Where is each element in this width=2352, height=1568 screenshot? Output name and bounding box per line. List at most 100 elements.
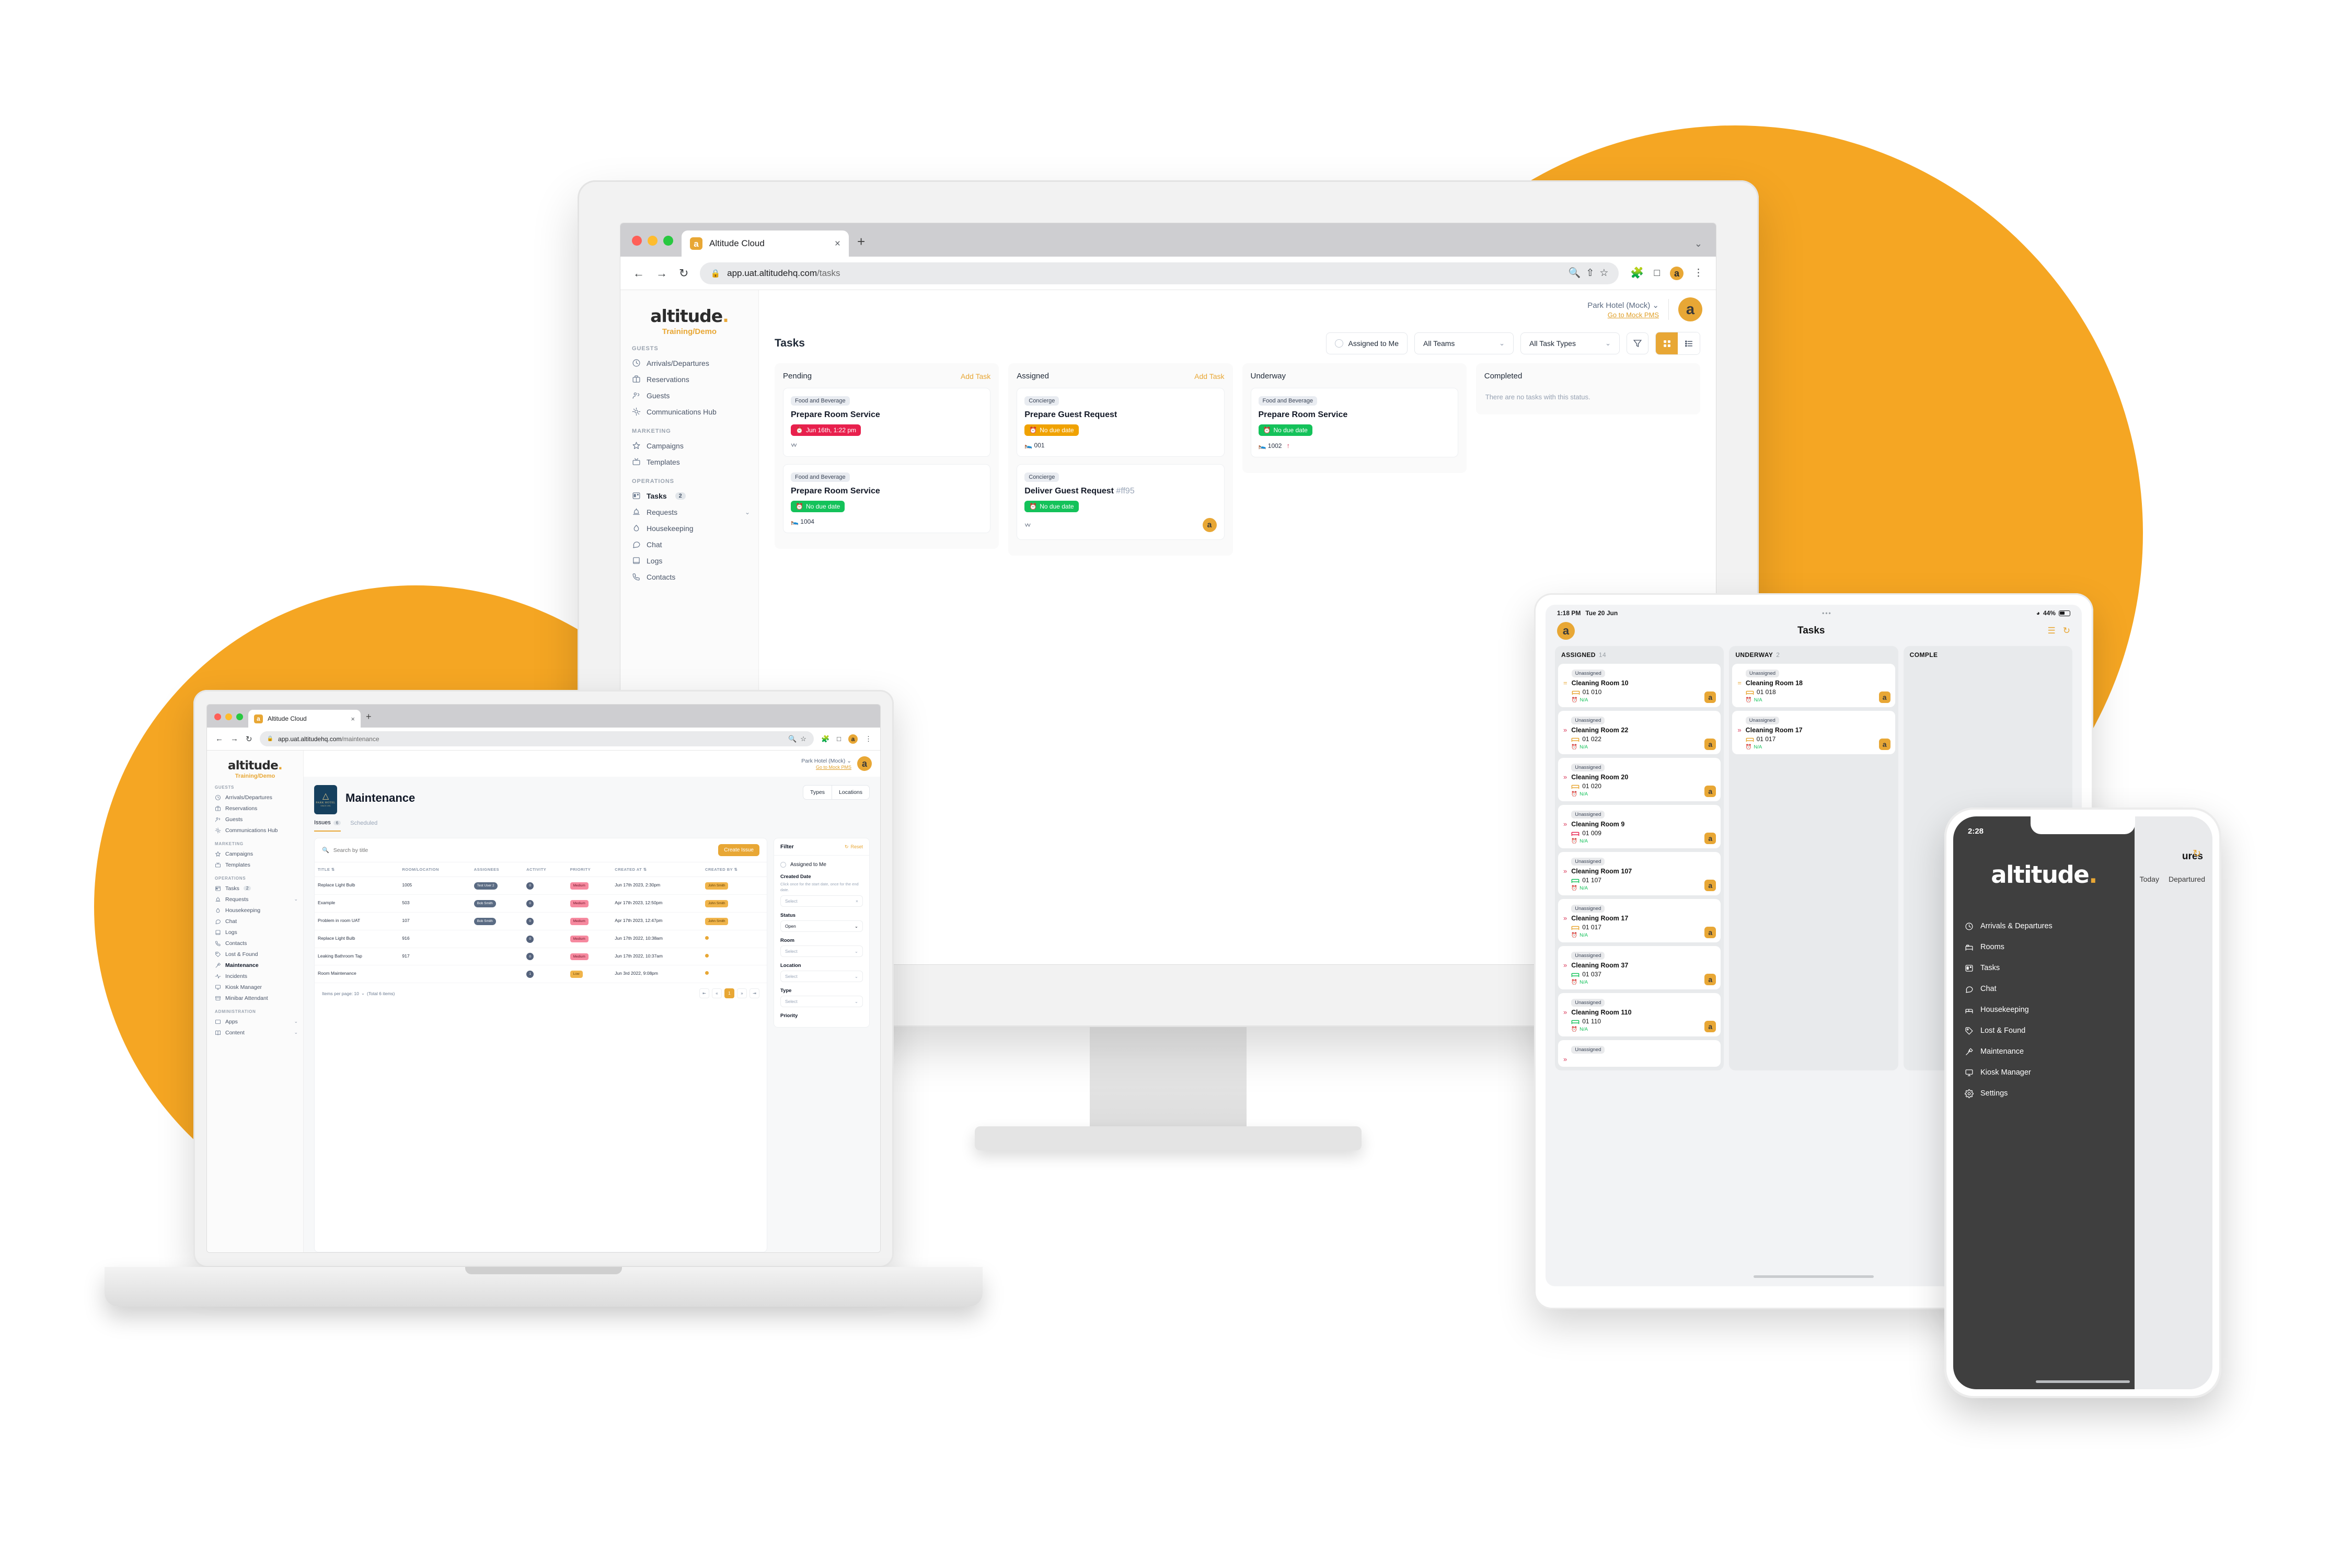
go-to-pms-link[interactable]: Go to Mock PMS: [1587, 311, 1659, 319]
close-window-button[interactable]: [214, 713, 221, 720]
chevron-down-icon[interactable]: ⌄: [745, 509, 750, 516]
maximize-window-button[interactable]: [663, 236, 673, 246]
forward-button[interactable]: →: [656, 267, 667, 279]
filter-status-select[interactable]: Open ⌄: [780, 920, 863, 932]
filter-icon[interactable]: ☰: [2048, 626, 2056, 636]
phone-menu-item-rooms[interactable]: Rooms: [1953, 937, 2135, 958]
avatar[interactable]: a: [1704, 833, 1716, 844]
puzzle-icon[interactable]: 🧩: [821, 735, 829, 743]
tablet-task-card[interactable]: » Unassigned Cleaning Room 17 01 017 ⏰ N/A a: [1732, 711, 1895, 754]
tablet-task-card[interactable]: » Unassigned Cleaning Room 17 01 017 ⏰ N/A a: [1558, 899, 1721, 942]
tablet-task-card[interactable]: » Unassigned Cleaning Room 37 01 037 ⏰ N/A a: [1558, 946, 1721, 989]
page-last-button[interactable]: ⇥: [750, 988, 759, 999]
chevron-down-icon[interactable]: ⌄: [294, 1030, 298, 1035]
reload-button[interactable]: ↻: [246, 734, 252, 744]
phone-menu-item-tasks[interactable]: Tasks: [1953, 958, 2135, 978]
chevron-down-icon[interactable]: ⌄: [294, 896, 298, 902]
task-card[interactable]: Concierge Prepare Guest Request ⏰ No due da…: [1017, 388, 1225, 457]
sidebar-item-communications-hub[interactable]: Communications Hub: [207, 825, 303, 836]
filter-reset-button[interactable]: ↻ Reset: [845, 844, 863, 850]
task-card[interactable]: Food and Beverage Prepare Room Service ⏰ Ju…: [783, 388, 991, 457]
phone-menu-item-arrivals-departures[interactable]: Arrivals & Departures: [1953, 916, 2135, 937]
filter-type-select[interactable]: Select ⌄: [780, 996, 863, 1007]
window-controls[interactable]: [632, 236, 673, 257]
search-input[interactable]: [333, 847, 714, 854]
close-icon[interactable]: ×: [856, 898, 858, 904]
square-icon[interactable]: □: [1654, 268, 1660, 278]
page-current-button[interactable]: 1: [724, 988, 734, 999]
funnel-icon[interactable]: [1627, 332, 1648, 354]
sidebar-item-requests[interactable]: Requests ⌄: [620, 504, 758, 520]
share-icon[interactable]: ⇧: [1586, 268, 1594, 278]
sidebar-item-requests[interactable]: Requests ⌄: [207, 894, 303, 905]
zoom-out-icon[interactable]: 🔍: [1569, 268, 1581, 278]
sidebar-item-reservations[interactable]: Reservations: [620, 371, 758, 387]
hotel-selector[interactable]: Park Hotel (Mock) ⌄ Go to Mock PMS: [1587, 301, 1659, 319]
refresh-icon[interactable]: ↻: [2193, 848, 2201, 860]
sidebar-item-campaigns[interactable]: Campaigns: [207, 848, 303, 859]
table-row[interactable]: Replace Light Bulb 916 0 Medium Jun 17th 202…: [315, 930, 767, 948]
sidebar-item-lost-found[interactable]: Lost & Found: [207, 949, 303, 960]
sidebar-item-contacts[interactable]: Contacts: [620, 569, 758, 585]
tablet-task-card[interactable]: » Unassigned Cleaning Room 20 01 020 ⏰ N/A a: [1558, 758, 1721, 801]
view-switcher[interactable]: [1655, 332, 1700, 355]
table-row[interactable]: Problem in room UAT 107 Bob Smith 0 Medium Ap…: [315, 912, 767, 930]
sidebar-item-logs[interactable]: Logs: [207, 927, 303, 938]
tab-today[interactable]: Today: [2140, 875, 2159, 883]
add-task-button[interactable]: Add Task: [961, 372, 990, 381]
sidebar-item-content[interactable]: Content ⌄: [207, 1027, 303, 1038]
filter-assigned-to-me[interactable]: Assigned to Me: [780, 862, 863, 868]
table-row[interactable]: Leaking Bathroom Tap 917 0 Medium Jun 17th 2…: [315, 948, 767, 966]
sidebar-item-templates[interactable]: Templates: [620, 454, 758, 470]
avatar[interactable]: a: [1202, 518, 1217, 532]
avatar[interactable]: a: [1704, 927, 1716, 938]
tablet-task-card[interactable]: » Unassigned Cleaning Room 9 01 009 ⏰ N/A a: [1558, 805, 1721, 848]
profile-avatar-icon[interactable]: a: [1670, 266, 1684, 280]
star-icon[interactable]: ☆: [1599, 268, 1608, 278]
avatar[interactable]: a: [1678, 297, 1702, 321]
sidebar-item-apps[interactable]: Apps ⌄: [207, 1016, 303, 1027]
puzzle-icon[interactable]: 🧩: [1630, 268, 1644, 279]
sidebar-item-housekeeping[interactable]: Housekeeping: [620, 520, 758, 536]
sidebar-item-communications-hub[interactable]: Communications Hub: [620, 403, 758, 420]
browser-tab[interactable]: a Altitude Cloud ×: [682, 230, 849, 257]
avatar[interactable]: a: [857, 756, 872, 771]
sidebar-item-chat[interactable]: Chat: [620, 536, 758, 552]
sidebar-item-arrivals-departures[interactable]: Arrivals/Departures: [620, 355, 758, 371]
minimize-window-button[interactable]: [225, 713, 232, 720]
tab-scheduled[interactable]: Scheduled: [350, 820, 377, 831]
menu-icon[interactable]: ⋮: [865, 735, 872, 743]
phone-menu-item-maintenance[interactable]: Maintenance: [1953, 1041, 2135, 1062]
table-column-header[interactable]: TITLE ⇅: [315, 862, 399, 877]
square-icon[interactable]: □: [837, 735, 841, 743]
tablet-task-card[interactable]: » Unassigned Cleaning Room 107 01 107 ⏰ N/A a: [1558, 852, 1721, 895]
reload-button[interactable]: ↻: [679, 267, 688, 279]
sidebar-item-chat[interactable]: Chat: [207, 916, 303, 927]
sidebar-item-arrivals-departures[interactable]: Arrivals/Departures: [207, 792, 303, 803]
sidebar-item-guests[interactable]: Guests: [207, 814, 303, 825]
filter-created-date-input[interactable]: Select ×: [780, 895, 863, 907]
sidebar-item-maintenance[interactable]: Maintenance: [207, 960, 303, 971]
minimize-window-button[interactable]: [648, 236, 658, 246]
close-window-button[interactable]: [632, 236, 642, 246]
tablet-task-card[interactable]: = Unassigned Cleaning Room 18 01 018 ⏰ N/A a: [1732, 664, 1895, 707]
table-row[interactable]: Room Maintenance 1 Low Jun 3rd 2022, 9:08pm: [315, 965, 767, 984]
sidebar-item-logs[interactable]: Logs: [620, 552, 758, 569]
page-prev-button[interactable]: «: [712, 988, 722, 999]
types-button[interactable]: Types: [803, 786, 832, 799]
create-issue-button[interactable]: Create Issue: [718, 844, 759, 856]
sidebar-item-contacts[interactable]: Contacts: [207, 938, 303, 949]
teams-filter-select[interactable]: All Teams ⌄: [1414, 332, 1514, 354]
sidebar-item-campaigns[interactable]: Campaigns: [620, 437, 758, 454]
list-icon[interactable]: [1678, 332, 1700, 354]
chevron-down-icon[interactable]: ⌄: [294, 1019, 298, 1024]
back-button[interactable]: ←: [215, 734, 223, 743]
tab-departured[interactable]: Departured: [2169, 875, 2205, 883]
chevron-double-down-icon[interactable]: ˅˅: [1024, 522, 1031, 529]
table-column-header[interactable]: CREATED BY ⇅: [701, 862, 767, 877]
sidebar-item-reservations[interactable]: Reservations: [207, 803, 303, 814]
sidebar-item-kiosk-manager[interactable]: Kiosk Manager: [207, 982, 303, 993]
tablet-task-card[interactable]: » Unassigned Cleaning Room 22 01 022 ⏰ N/A a: [1558, 711, 1721, 754]
zoom-out-icon[interactable]: 🔍: [788, 735, 797, 743]
go-to-pms-link[interactable]: Go to Mock PMS: [801, 765, 851, 770]
